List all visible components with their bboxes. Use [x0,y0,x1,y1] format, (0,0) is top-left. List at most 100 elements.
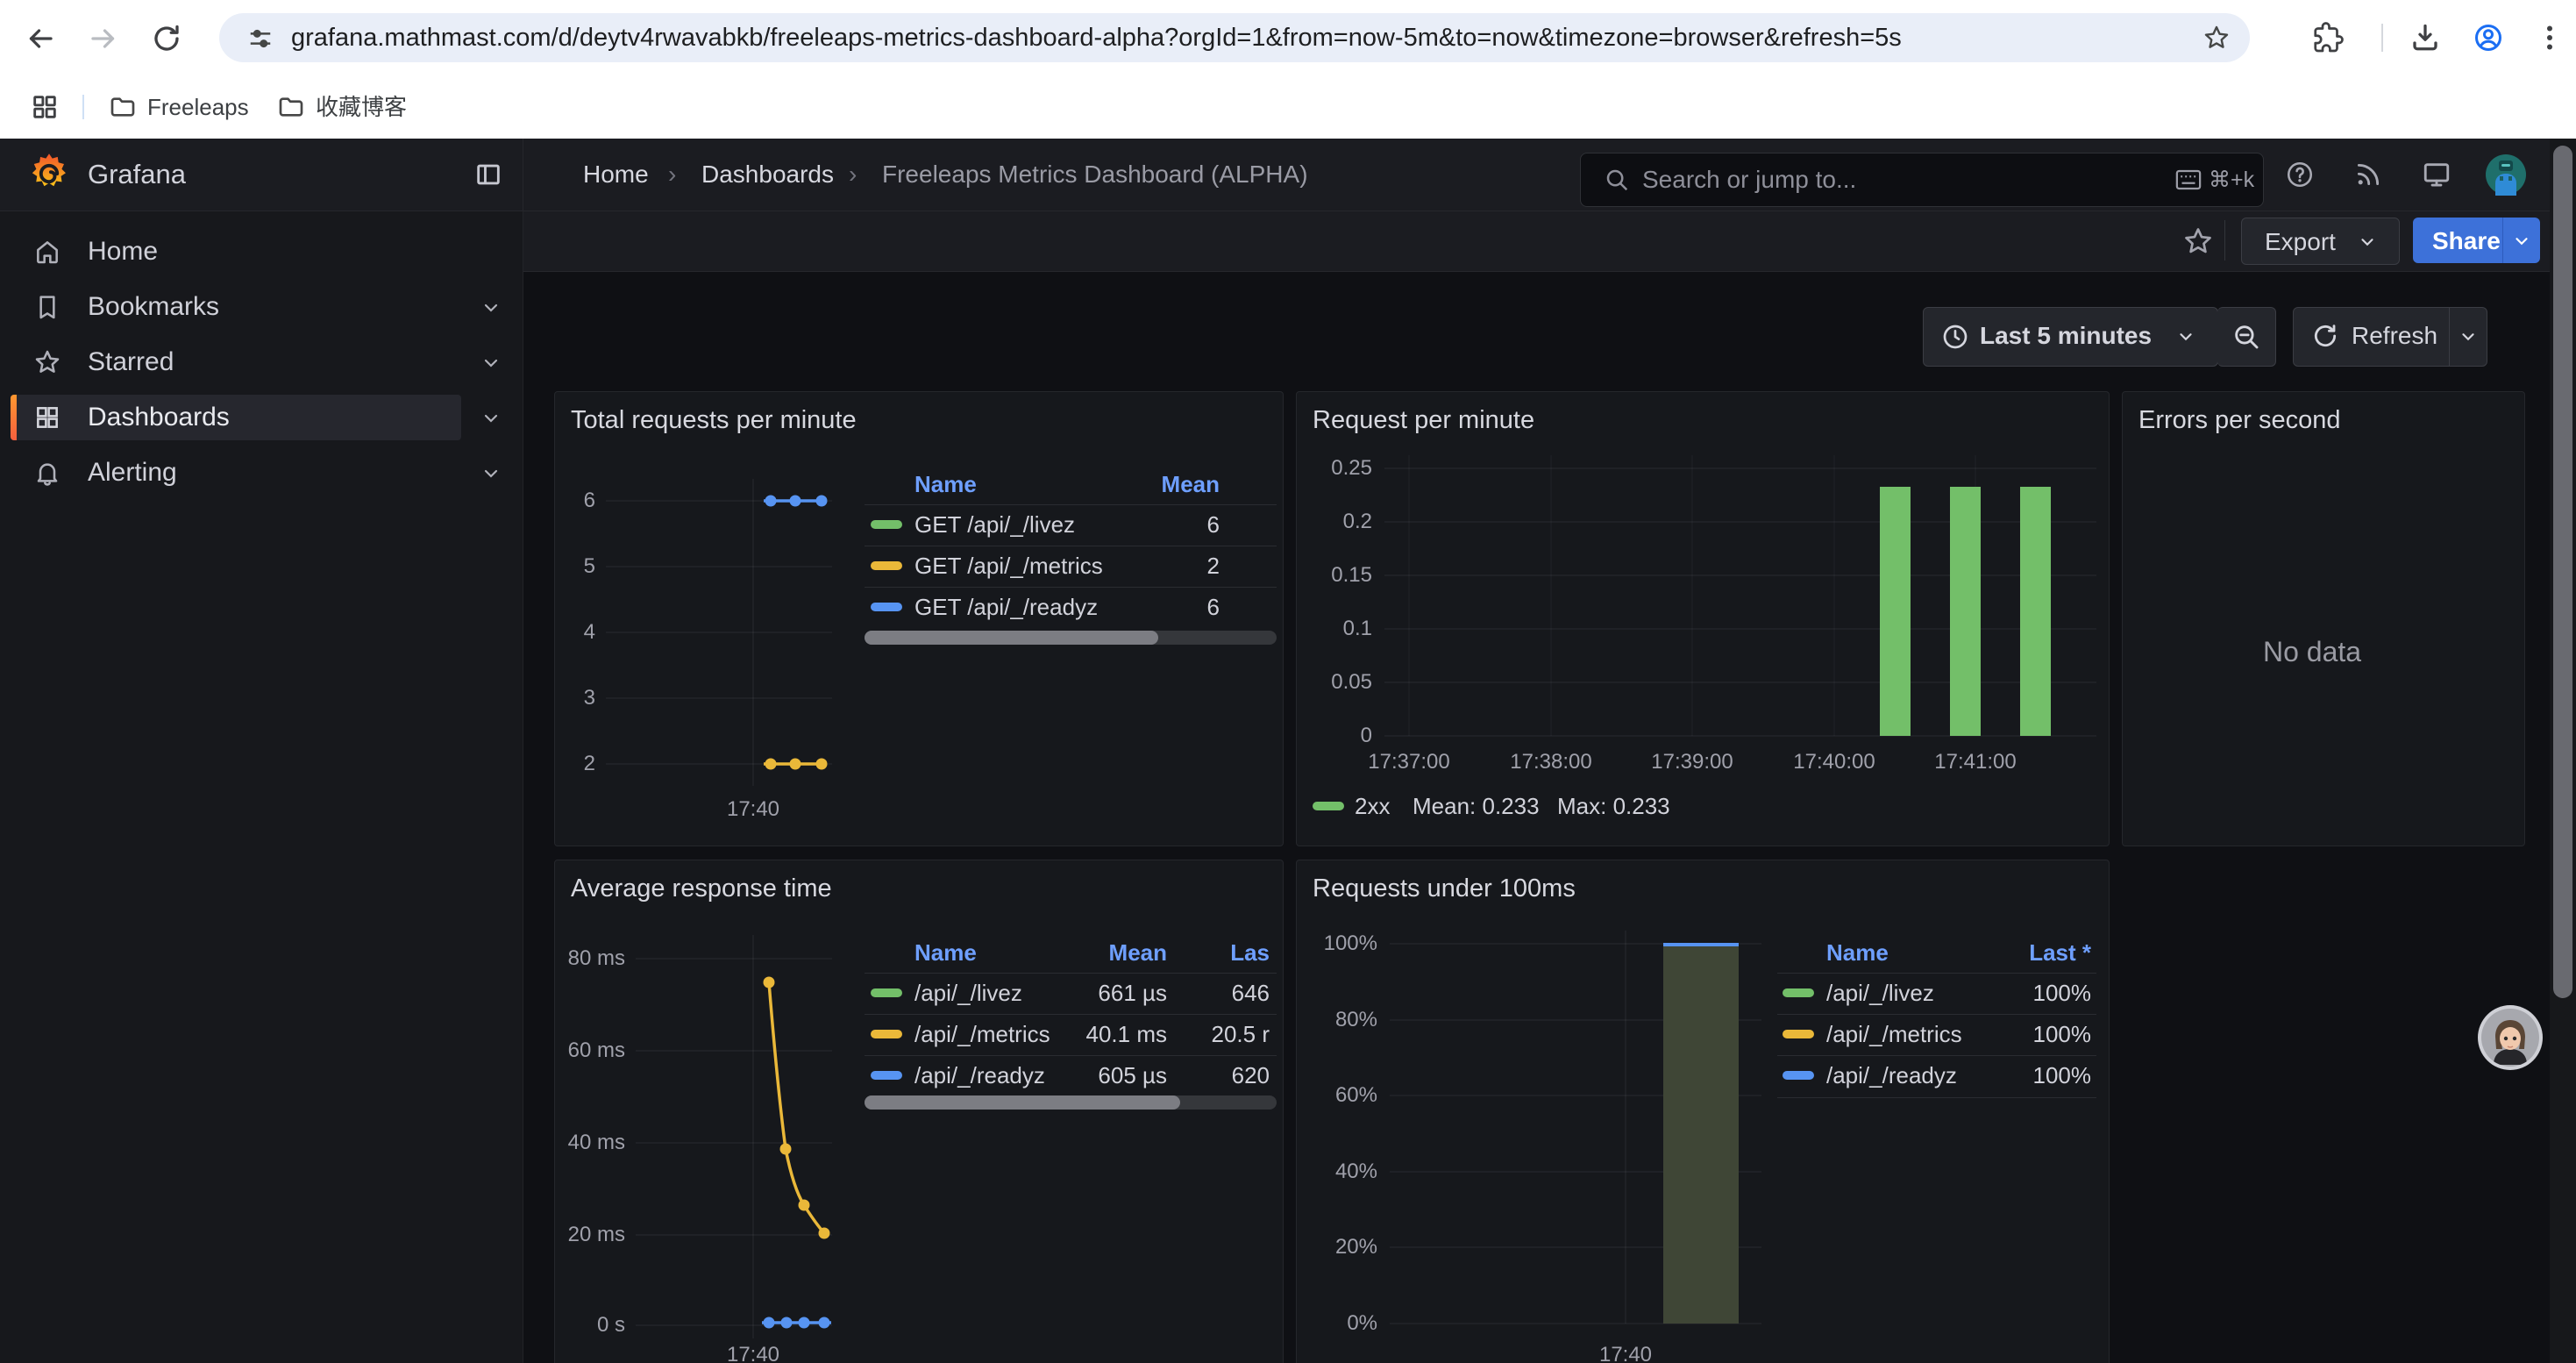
y-tick: 80% [1309,1008,1377,1032]
kiosk-monitor-icon[interactable] [2422,160,2451,189]
back-icon[interactable] [25,23,56,54]
forward-icon[interactable] [88,23,119,54]
browser-menu-icon[interactable] [2534,22,2565,54]
breadcrumb-current: Freeleaps Metrics Dashboard (ALPHA) [882,139,1308,211]
sidebar-item-bookmarks[interactable]: Bookmarks [11,284,461,330]
legend-series-name[interactable]: GET /api/_/readyz [914,594,1098,621]
share-button[interactable]: Share [2413,218,2502,263]
site-info-icon[interactable] [247,25,274,52]
legend-last-value: 100% [1960,980,2091,1007]
legend-col-last[interactable]: Last * [1960,939,2091,967]
url-text[interactable]: grafana.mathmast.com/d/deytv4rwavabkb/fr… [291,13,1902,62]
chevron-down-icon[interactable] [480,353,502,374]
url-bar[interactable]: grafana.mathmast.com/d/deytv4rwavabkb/fr… [219,13,2250,62]
refresh-split-divider [2449,308,2450,366]
legend-series-name[interactable]: /api/_/metrics [914,1021,1050,1048]
folder-icon [109,93,137,121]
favorite-star-icon[interactable] [2182,225,2214,257]
legend-series-name[interactable]: /api/_/livez [914,980,1022,1007]
x-tick: 17:40:00 [1782,750,1887,774]
sidebar-item-starred[interactable]: Starred [11,339,461,385]
user-avatar[interactable] [2485,153,2527,196]
time-range-label: Last 5 minutes [1980,322,2152,350]
floating-assistant-avatar[interactable] [2476,1003,2544,1072]
sidebar-item-home[interactable]: Home [11,229,461,275]
legend-scrollbar-thumb[interactable] [865,631,1158,645]
refresh-button-label: Refresh [2352,322,2437,350]
page-scrollbar-thumb[interactable] [2553,146,2572,998]
legend-series-name[interactable]: /api/_/readyz [914,1062,1045,1089]
chevron-down-icon[interactable] [2459,327,2478,346]
legend-series-name[interactable]: GET /api/_/livez [914,511,1075,539]
legend-scrollbar-thumb[interactable] [865,1095,1180,1110]
legend-col-name[interactable]: Name [1826,939,1889,967]
legend-scrollbar[interactable] [865,1095,1277,1110]
series-pill[interactable] [1783,1030,1814,1038]
chevron-down-icon [2512,232,2531,251]
y-tick: 0.25 [1314,456,1372,481]
y-tick: 40% [1309,1160,1377,1184]
dock-sidebar-toggle-icon[interactable] [473,160,503,189]
time-range-picker[interactable]: Last 5 minutes [1923,307,2218,367]
legend-col-name[interactable]: Name [914,471,977,498]
legend-series-name[interactable]: 2xx [1355,793,1390,820]
downloads-icon[interactable] [2409,22,2441,54]
chevron-down-icon[interactable] [480,408,502,429]
zoom-out-button[interactable] [2217,307,2276,367]
chevron-down-icon[interactable] [480,463,502,484]
apps-grid-icon[interactable] [30,92,60,122]
legend-divider [865,1014,1277,1015]
legend-col-mean[interactable]: Mean [1088,471,1220,498]
no-data-message: No data [2263,636,2361,668]
sidebar-item-dashboards[interactable]: Dashboards [11,395,461,440]
legend-series-name[interactable]: /api/_/livez [1826,980,1934,1007]
x-tick: 17:41:00 [1923,750,2028,774]
share-button-label: Share [2432,227,2501,255]
bookmark-label: 收藏博客 [316,75,407,139]
series-pill[interactable] [871,561,902,570]
profile-icon[interactable] [2473,22,2504,54]
grafana-logo[interactable] [26,151,72,196]
series-pill[interactable] [871,520,902,529]
keyboard-icon [2175,168,2202,191]
bell-icon [33,459,61,487]
series-pill[interactable] [871,1030,902,1038]
extensions-icon[interactable] [2312,22,2344,54]
avg-response-chart [555,860,1283,1363]
sidebar-item-alerting[interactable]: Alerting [11,450,461,496]
legend-series-name[interactable]: /api/_/readyz [1826,1062,1957,1089]
legend-series-name[interactable]: GET /api/_/metrics [914,553,1103,580]
sidebar-item-label: Starred [88,339,174,385]
share-dropdown-button[interactable] [2502,218,2540,263]
panel-title[interactable]: Errors per second [2138,406,2341,435]
reload-icon[interactable] [151,23,182,54]
export-button[interactable]: Export [2241,218,2400,265]
refresh-button[interactable]: Refresh [2293,307,2487,367]
series-pill[interactable] [1783,988,1814,997]
legend-series-name[interactable]: /api/_/metrics [1826,1021,1962,1048]
legend-col-mean[interactable]: Mean [1035,939,1167,967]
chevron-down-icon[interactable] [480,297,502,318]
brand-label[interactable]: Grafana [88,139,186,211]
series-pill[interactable] [1783,1071,1814,1080]
toolbar-divider [2381,24,2383,52]
panel-errors-per-second: Errors per second No data [2122,391,2525,846]
legend-divider [1777,973,2096,974]
legend-col-name[interactable]: Name [914,939,977,967]
series-pill[interactable] [1313,802,1344,810]
help-icon[interactable] [2285,160,2315,189]
series-pill[interactable] [871,1071,902,1080]
legend-divider [1777,1014,2096,1015]
page-scrollbar-track[interactable] [2550,139,2576,1363]
breadcrumb-dashboards[interactable]: Dashboards [701,139,834,211]
series-pill[interactable] [871,603,902,611]
series-pill[interactable] [871,988,902,997]
legend-col-last[interactable]: Las [1217,939,1270,967]
legend-mean-value: 661 µs [1035,980,1167,1007]
breadcrumb-home[interactable]: Home [583,139,649,211]
news-rss-icon[interactable] [2353,160,2383,189]
legend-scrollbar[interactable] [865,631,1277,645]
bookmark-icon [33,293,61,321]
bookmark-star-icon[interactable] [2202,24,2231,52]
search-input[interactable]: Search or jump to... ⌘+k [1580,153,2264,207]
